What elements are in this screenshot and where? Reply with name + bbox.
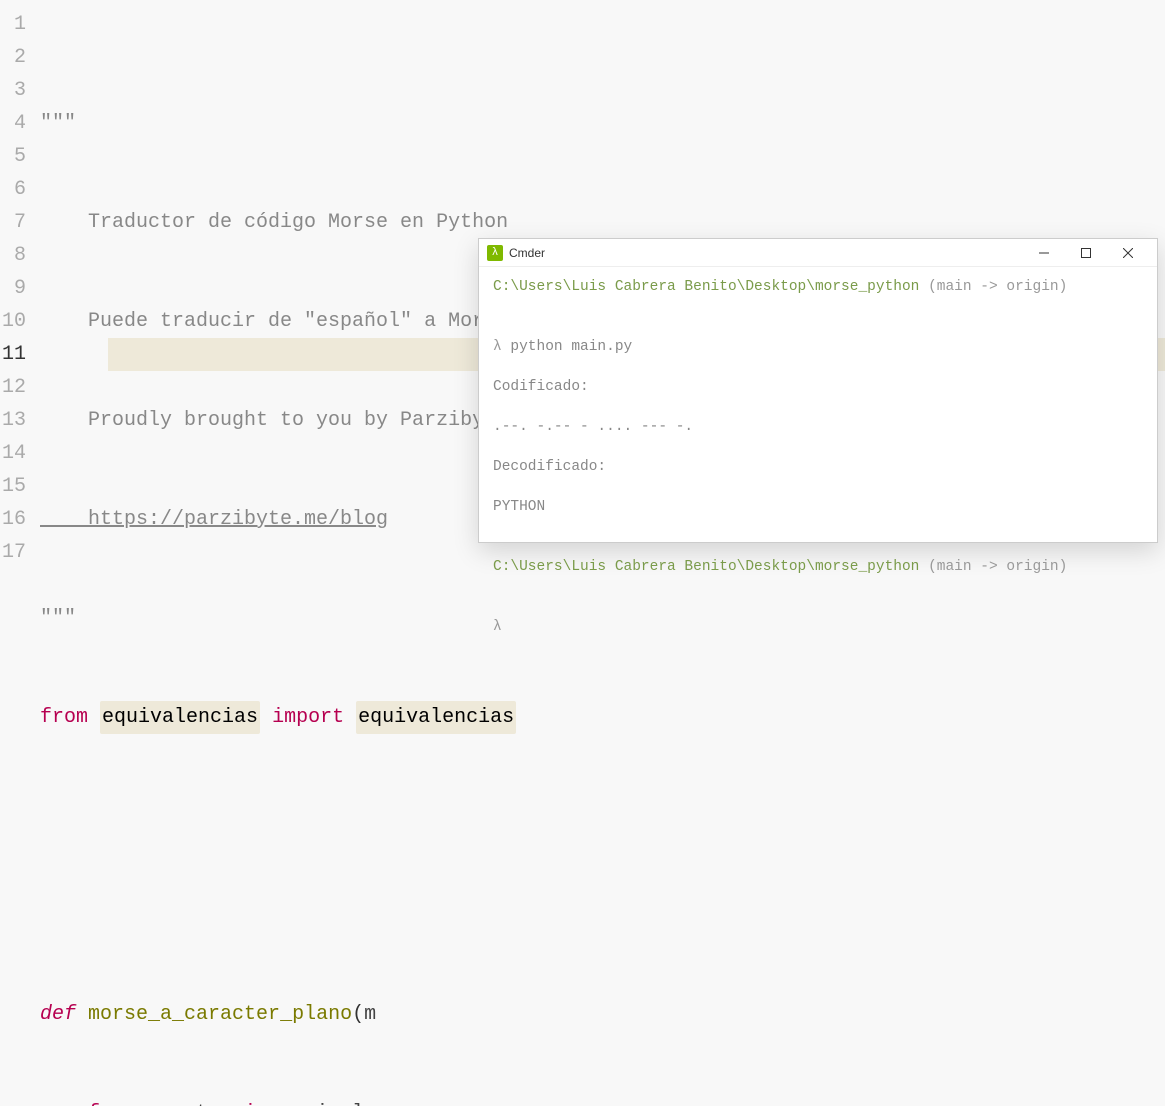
minimize-button[interactable] (1023, 240, 1065, 266)
line-number: 8 (0, 239, 26, 272)
line-number: 9 (0, 272, 26, 305)
line-number: 1 (0, 8, 26, 41)
line-number: 12 (0, 371, 26, 404)
maximize-button[interactable] (1065, 240, 1107, 266)
paren: ( (352, 998, 364, 1031)
line-number: 14 (0, 437, 26, 470)
line-number: 4 (0, 107, 26, 140)
code-line (40, 800, 1165, 833)
code-line (40, 899, 1165, 932)
prompt-branch: (main -> origin) (928, 559, 1067, 575)
line-number: 2 (0, 41, 26, 74)
keyword-def: def (40, 998, 76, 1031)
module-name: equivalencias (100, 701, 260, 734)
keyword-import: import (272, 701, 344, 734)
docstring-close: """ (40, 602, 76, 635)
line-number: 16 (0, 503, 26, 536)
terminal-output-line: PYTHON (493, 497, 1143, 517)
maximize-icon (1081, 248, 1091, 258)
terminal-window: λ Cmder C:\Users\Luis Cabrera Benito\Des… (478, 238, 1158, 543)
close-icon (1123, 248, 1133, 258)
close-button[interactable] (1107, 240, 1149, 266)
terminal-output-line: Codificado: (493, 377, 1143, 397)
iterable: equivale (280, 1097, 376, 1106)
keyword-in: in (244, 1097, 268, 1106)
line-number: 3 (0, 74, 26, 107)
loop-var: caracter (136, 1097, 232, 1106)
minimize-icon (1039, 248, 1049, 258)
prompt-lambda: λ (493, 339, 502, 355)
keyword-for: for (88, 1097, 124, 1106)
command: python main.py (510, 339, 632, 355)
code-line: from equivalencias import equivalencias (40, 701, 1165, 734)
code-line: """ (40, 107, 1165, 140)
line-number: 13 (0, 404, 26, 437)
terminal-output-line: .--. -.-- - .... --- -. (493, 417, 1143, 437)
terminal-body[interactable]: C:\Users\Luis Cabrera Benito\Desktop\mor… (479, 267, 1157, 647)
docstring-text: Proudly brought to you by Parzibyte (40, 404, 508, 437)
keyword-from: from (40, 701, 88, 734)
line-number: 5 (0, 140, 26, 173)
param: m (364, 998, 376, 1031)
terminal-prompt-line: C:\Users\Luis Cabrera Benito\Desktop\mor… (493, 277, 1143, 297)
line-number: 6 (0, 173, 26, 206)
prompt-lambda: λ (493, 619, 502, 635)
line-number: 15 (0, 470, 26, 503)
prompt-path: C:\Users\Luis Cabrera Benito\Desktop\mor… (493, 559, 919, 575)
terminal-prompt-line: C:\Users\Luis Cabrera Benito\Desktop\mor… (493, 557, 1143, 577)
docstring-text: Traductor de código Morse en Python (40, 206, 508, 239)
terminal-titlebar[interactable]: λ Cmder (479, 239, 1157, 267)
code-line: def morse_a_caracter_plano(m (40, 998, 1165, 1031)
line-number-current: 11 (0, 338, 26, 371)
prompt-branch: (main -> origin) (928, 279, 1067, 295)
terminal-output-line: Decodificado: (493, 457, 1143, 477)
function-name: morse_a_caracter_plano (88, 998, 352, 1031)
cmder-icon: λ (487, 245, 503, 261)
terminal-title: Cmder (509, 246, 1023, 260)
line-number: 10 (0, 305, 26, 338)
prompt-path: C:\Users\Luis Cabrera Benito\Desktop\mor… (493, 279, 919, 295)
window-controls (1023, 240, 1149, 266)
terminal-command-line: λ python main.py (493, 337, 1143, 357)
code-line: for caracter in equivale (40, 1097, 1165, 1106)
line-number: 7 (0, 206, 26, 239)
terminal-prompt-lambda: λ (493, 617, 1143, 637)
import-name: equivalencias (356, 701, 516, 734)
line-number-gutter: 1 2 3 4 5 6 7 8 9 10 11 12 13 14 15 16 1… (0, 8, 40, 1106)
docstring-open: """ (40, 107, 76, 140)
docstring-link[interactable]: https://parzibyte.me/blog (40, 503, 388, 536)
code-line: Traductor de código Morse en Python (40, 206, 1165, 239)
